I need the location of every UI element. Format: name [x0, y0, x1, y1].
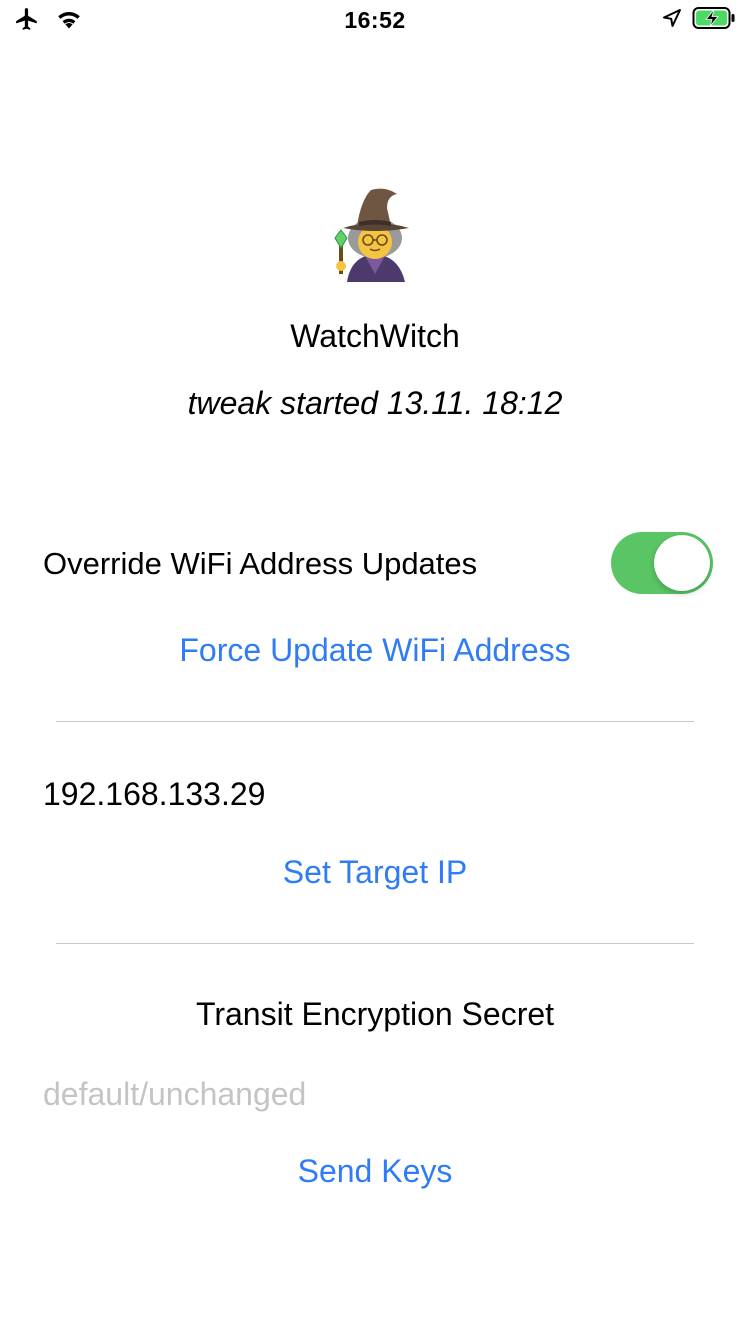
location-icon — [662, 8, 682, 33]
wifi-override-label: Override WiFi Address Updates — [43, 546, 478, 581]
secret-input[interactable] — [43, 1072, 707, 1116]
send-keys-button[interactable]: Send Keys — [0, 1153, 750, 1190]
status-time: 16:52 — [344, 7, 406, 33]
toggle-knob — [654, 535, 710, 591]
secret-title: Transit Encryption Secret — [195, 996, 555, 1032]
witch-icon — [334, 188, 409, 282]
app-title: WatchWitch — [290, 318, 460, 354]
divider — [56, 721, 694, 722]
tweak-status: tweak started 13.11. 18:12 — [187, 385, 563, 421]
app-logo — [0, 182, 750, 287]
status-bar: 16:52 — [0, 0, 750, 40]
status-bar-right — [662, 6, 736, 35]
force-update-wifi-button[interactable]: Force Update WiFi Address — [0, 632, 750, 669]
battery-charging-icon — [692, 6, 736, 35]
set-target-ip-button[interactable]: Set Target IP — [0, 854, 750, 891]
target-ip-value: 192.168.133.29 — [43, 776, 266, 812]
wifi-override-row: Override WiFi Address Updates — [43, 532, 713, 596]
divider — [56, 943, 694, 944]
wifi-override-toggle[interactable] — [611, 532, 713, 594]
